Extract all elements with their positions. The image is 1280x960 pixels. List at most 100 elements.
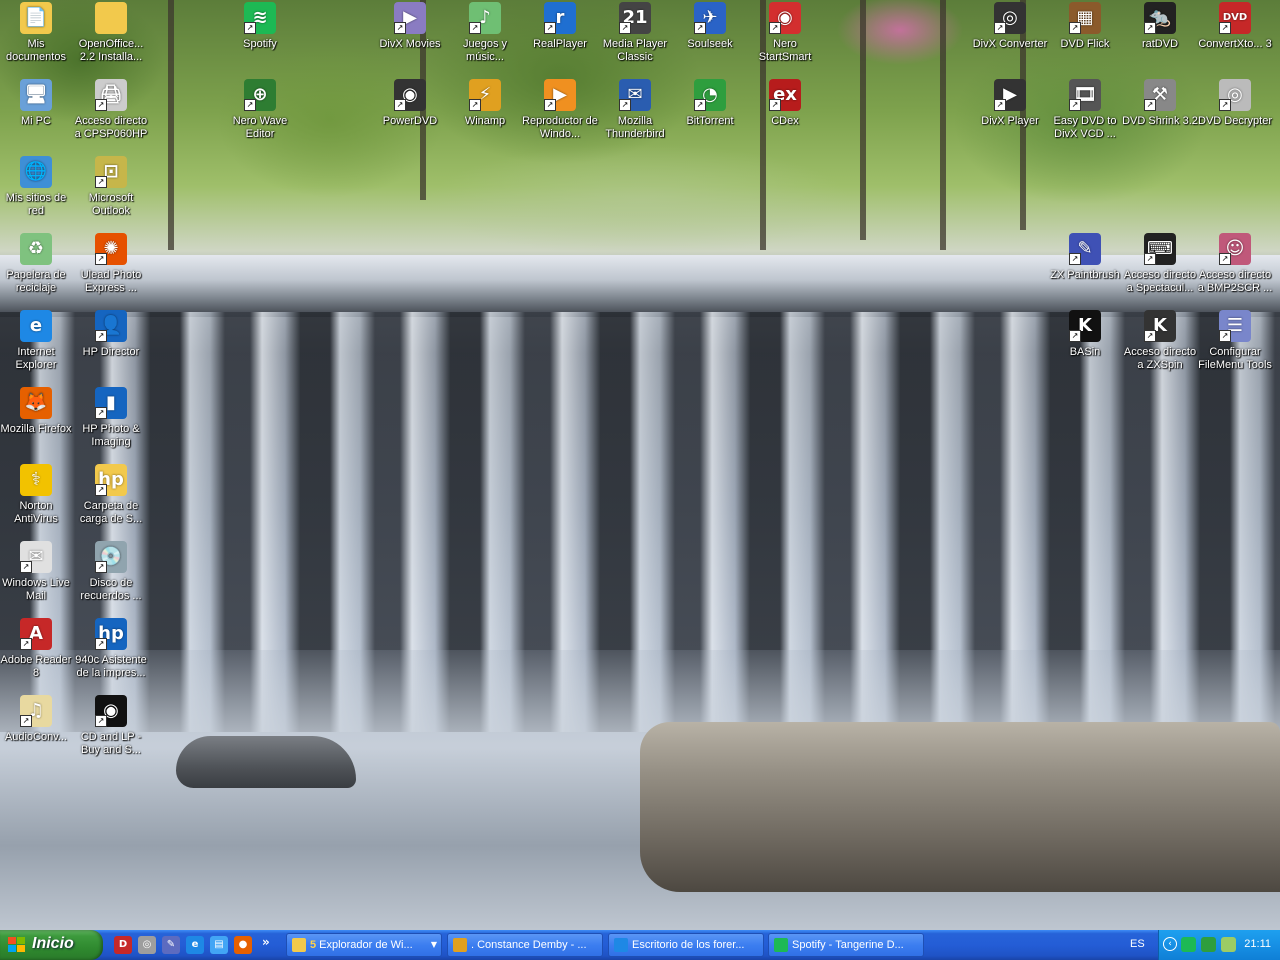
nero-wave-editor-icon: ⊕ ↗ bbox=[244, 79, 276, 111]
start-button[interactable]: Inicio bbox=[0, 930, 103, 960]
desktop-icon-convertxto[interactable]: DVD ↗ ConvertXto... 3 bbox=[1197, 2, 1273, 51]
ulead-photo-icon: ✺ ↗ bbox=[95, 233, 127, 265]
desktop-icon-firefox[interactable]: 🦊 Mozilla Firefox bbox=[0, 387, 74, 436]
desktop-icon-cd-lp[interactable]: ◉ ↗ CD and LP - Buy and S... bbox=[73, 695, 149, 757]
taskbar-button-explorer[interactable]: 5 Explorador de Wi... ▼ bbox=[286, 933, 442, 957]
desktop-icon-juegos[interactable]: ♪ ↗ Juegos y músic... bbox=[447, 2, 523, 64]
desktop-icon-divx-player[interactable]: ▶ ↗ DivX Player bbox=[972, 79, 1048, 128]
clock[interactable]: 21:11 bbox=[1244, 938, 1271, 950]
desktop-icon-mis-sitios[interactable]: 🌐 Mis sitios de red bbox=[0, 156, 74, 218]
tray-expand-button[interactable]: ‹ bbox=[1163, 937, 1177, 951]
desktop-icon-label: ratDVD bbox=[1141, 38, 1179, 50]
taskbar-button-forum[interactable]: Escritorio de los forer... bbox=[608, 933, 764, 957]
desktop-icon-mpc[interactable]: 21 ↗ Media Player Classic bbox=[597, 2, 673, 64]
shortcut-arrow-icon: ↗ bbox=[469, 22, 481, 34]
desktop-icon-filemenu[interactable]: ☰ ↗ Configurar FileMenu Tools bbox=[1197, 310, 1273, 372]
quick-launch-more-chevron-icon[interactable]: » bbox=[262, 935, 270, 949]
desktop-icon-zx-paintbrush[interactable]: ✎ ↗ ZX Paintbrush bbox=[1047, 233, 1123, 282]
desktop-icon-spotify[interactable]: ≋ ↗ Spotify bbox=[222, 2, 298, 51]
desktop-icon-bmp2scr[interactable]: ☺ ↗ Acceso directo a BMP2SCR ... bbox=[1197, 233, 1273, 295]
cdex-icon: ex ↗ bbox=[769, 79, 801, 111]
desktop-icon-mis-documentos[interactable]: 📄 Mis documentos bbox=[0, 2, 74, 64]
desktop-icon-wlm[interactable]: ✉ ↗ Windows Live Mail bbox=[0, 541, 74, 603]
explorer-folder-icon bbox=[292, 938, 306, 952]
desktop-icon-mi-pc[interactable]: 🖥 Mi PC bbox=[0, 79, 74, 128]
windows-flag-icon bbox=[8, 937, 26, 953]
desktop[interactable]: 📄 Mis documentos OpenOffice... 2.2 Install… bbox=[0, 0, 1280, 930]
desktop-icon-winamp[interactable]: ⚡ ↗ Winamp bbox=[447, 79, 523, 128]
desktop-icon-ratdvd[interactable]: 🐀 ↗ ratDVD bbox=[1122, 2, 1198, 51]
desktop-icon-openoffice[interactable]: OpenOffice... 2.2 Installa... bbox=[73, 2, 149, 64]
desktop-icon-label: HP Director bbox=[82, 346, 140, 358]
desktop-icon-powerdvd[interactable]: ◉ ↗ PowerDVD bbox=[372, 79, 448, 128]
desktop-icon-hp-940c[interactable]: hp ↗ 940c Asistente de la impres... bbox=[73, 618, 149, 680]
desktop-icon-label: DivX Converter bbox=[972, 38, 1048, 50]
desktop-icon-bittorrent[interactable]: ◔ ↗ BitTorrent bbox=[672, 79, 748, 128]
spotify-task-icon bbox=[774, 938, 788, 952]
desktop-icon-label: Internet Explorer bbox=[15, 346, 57, 371]
bittorrent-tray-icon[interactable] bbox=[1201, 937, 1216, 952]
shortcut-arrow-icon: ↗ bbox=[1069, 330, 1081, 342]
desktop-icon-soulseek[interactable]: ✈ ↗ Soulseek bbox=[672, 2, 748, 51]
desktop-icon-dvd-decrypter[interactable]: ◎ ↗ DVD Decrypter bbox=[1197, 79, 1273, 128]
desktop-icon-papelera[interactable]: ♻ Papelera de reciclaje bbox=[0, 233, 74, 295]
pen-quicklaunch-icon[interactable]: ✎ bbox=[162, 936, 180, 954]
icon-glyph bbox=[95, 2, 127, 34]
desktop-icon-zxspin[interactable]: K ↗ Acceso directo a ZXSpin bbox=[1122, 310, 1198, 372]
desktop-icon-label: Nero Wave Editor bbox=[232, 115, 288, 140]
desktop-icon-label: Acceso directo a Spectacul... bbox=[1123, 269, 1197, 294]
divx-movies-icon: ▶ ↗ bbox=[394, 2, 426, 34]
desktop-icon-hp-carpeta[interactable]: hp ↗ Carpeta de carga de S... bbox=[73, 464, 149, 526]
desktop-icon-label: Juegos y músic... bbox=[462, 38, 508, 63]
shortcut-arrow-icon: ↗ bbox=[469, 99, 481, 111]
taskbar-button-label: 5 Explorador de Wi... bbox=[310, 939, 427, 951]
taskbar-button-winamp[interactable]: . Constance Demby - ... bbox=[447, 933, 603, 957]
taskbar: Inicio D ◎ ✎ e ▤ ● » 5 Explorador de Wi... ▼. Co… bbox=[0, 930, 1280, 960]
ie-quicklaunch-icon[interactable]: e bbox=[186, 936, 204, 954]
spotify-tray-icon[interactable] bbox=[1181, 937, 1196, 952]
disc-quicklaunch-icon[interactable]: ◎ bbox=[138, 936, 156, 954]
language-indicator[interactable]: ES bbox=[1130, 938, 1145, 950]
desktop-icon-nero[interactable]: ◉ ↗ Nero StartSmart bbox=[747, 2, 823, 64]
shortcut-arrow-icon: ↗ bbox=[1069, 253, 1081, 265]
desktop-icon-label: BASin bbox=[1069, 346, 1101, 358]
desktop-icon-adobe[interactable]: A ↗ Adobe Reader 8 bbox=[0, 618, 74, 680]
desktop-icon-ie[interactable]: e Internet Explorer bbox=[0, 310, 74, 372]
hp-logo-icon: hp ↗ bbox=[95, 618, 127, 650]
shortcut-arrow-icon: ↗ bbox=[244, 99, 256, 111]
dvd-quicklaunch-icon[interactable]: D bbox=[114, 936, 132, 954]
desktop-icon-label: Acceso directo a CPSP060HP bbox=[74, 115, 148, 140]
desktop-icon-realplayer[interactable]: r ↗ RealPlayer bbox=[522, 2, 598, 51]
desktop-icon-wmp[interactable]: ▶ ↗ Reproductor de Windo... bbox=[522, 79, 598, 141]
firefox-icon: 🦊 bbox=[20, 387, 52, 419]
desktop-icon-thunderbird[interactable]: ✉ ↗ Mozilla Thunderbird bbox=[597, 79, 673, 141]
desktop-icon-audioconv[interactable]: ♫ ↗ AudioConv... bbox=[0, 695, 74, 744]
desktop-icon-ulead[interactable]: ✺ ↗ Ulead Photo Express ... bbox=[73, 233, 149, 295]
show-desktop-quicklaunch-icon[interactable]: ▤ bbox=[210, 936, 228, 954]
firefox-quicklaunch-icon[interactable]: ● bbox=[234, 936, 252, 954]
spotify-icon: ≋ ↗ bbox=[244, 2, 276, 34]
desktop-icon-dvd-shrink[interactable]: ⚒ ↗ DVD Shrink 3.2 bbox=[1122, 79, 1198, 128]
desktop-icon-label: BitTorrent bbox=[686, 115, 734, 127]
taskbar-button-spotify[interactable]: Spotify - Tangerine D... bbox=[768, 933, 924, 957]
desktop-icon-norton[interactable]: ⚕ Norton AntiVirus bbox=[0, 464, 74, 526]
powerdvd-icon: ◉ ↗ bbox=[394, 79, 426, 111]
desktop-icon-dvd-flick[interactable]: ▦ ↗ DVD Flick bbox=[1047, 2, 1123, 51]
hp-photo-imaging-icon: ▮ ↗ bbox=[95, 387, 127, 419]
desktop-icon-cdex[interactable]: ex ↗ CDex bbox=[747, 79, 823, 128]
desktop-icon-spectaculator[interactable]: ⌨ ↗ Acceso directo a Spectacul... bbox=[1122, 233, 1198, 295]
desktop-icon-nero-wave[interactable]: ⊕ ↗ Nero Wave Editor bbox=[222, 79, 298, 141]
desktop-icon-divx-converter[interactable]: ◎ ↗ DivX Converter bbox=[972, 2, 1048, 51]
desktop-icon-basin[interactable]: K ↗ BASin bbox=[1047, 310, 1123, 359]
desktop-icon-label: Mis documentos bbox=[6, 38, 66, 63]
network-places-icon: 🌐 bbox=[20, 156, 52, 188]
desktop-icon-hp-photo[interactable]: ▮ ↗ HP Photo & Imaging bbox=[73, 387, 149, 449]
desktop-icon-disco[interactable]: 💿 ↗ Disco de recuerdos ... bbox=[73, 541, 149, 603]
network-tray-icon[interactable] bbox=[1221, 937, 1236, 952]
desktop-icon-hp-director[interactable]: 👤 ↗ HP Director bbox=[73, 310, 149, 359]
desktop-icon-outlook[interactable]: ⊡ ↗ Microsoft Outlook bbox=[73, 156, 149, 218]
taskbar-button-title: Escritorio de los forer... bbox=[632, 939, 745, 951]
desktop-icon-cpsp[interactable]: 🖨 ↗ Acceso directo a CPSP060HP bbox=[73, 79, 149, 141]
desktop-icon-divx-movies[interactable]: ▶ ↗ DivX Movies bbox=[372, 2, 448, 51]
desktop-icon-easy-dvd[interactable]: 🎞 ↗ Easy DVD to DivX VCD ... bbox=[1047, 79, 1123, 141]
